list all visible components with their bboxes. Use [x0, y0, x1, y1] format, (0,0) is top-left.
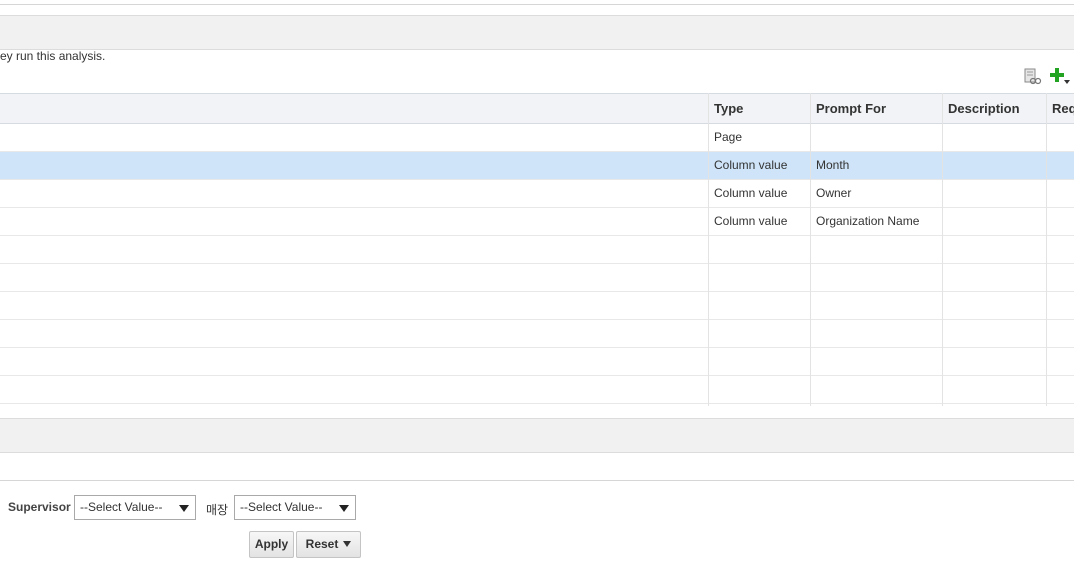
- add-prompt-icon[interactable]: [1048, 66, 1072, 86]
- empty-row: [0, 320, 1074, 348]
- cell-prompt-for: [810, 124, 942, 151]
- table-row[interactable]: Page: [0, 124, 1074, 152]
- supervisor-label: Supervisor: [8, 500, 71, 514]
- cell-type: Page: [714, 130, 743, 144]
- column-header-prompt-for[interactable]: Prompt For: [810, 94, 942, 124]
- prompts-table: Type Prompt For Description Req Page Col…: [0, 93, 1074, 406]
- empty-row: [0, 376, 1074, 404]
- info-text: ey run this analysis.: [0, 49, 106, 63]
- store-select-value: --Select Value--: [240, 500, 323, 514]
- table-row[interactable]: Column value Owner: [0, 180, 1074, 208]
- table-row[interactable]: Column value Organization Name: [0, 208, 1074, 236]
- empty-row: [0, 264, 1074, 292]
- column-divider: [1046, 93, 1047, 406]
- cell-type: Column value: [714, 186, 788, 200]
- reset-button-label: Reset: [305, 537, 339, 551]
- column-divider: [708, 93, 709, 406]
- empty-row: [0, 236, 1074, 264]
- reset-button[interactable]: Reset: [296, 531, 361, 558]
- table-header: Type Prompt For Description Req: [0, 93, 1074, 124]
- edit-prompt-icon[interactable]: [1023, 66, 1043, 86]
- empty-row: [0, 292, 1074, 320]
- column-divider: [942, 93, 943, 406]
- reset-dropdown-icon: [343, 540, 352, 547]
- column-header-type[interactable]: Type: [708, 94, 810, 124]
- cell-prompt-for: Month: [816, 158, 850, 172]
- section-header-band: [0, 15, 1074, 50]
- store-label: 매장: [206, 503, 229, 517]
- dropdown-arrow-icon: [179, 505, 189, 512]
- store-select[interactable]: --Select Value--: [234, 495, 356, 520]
- cell-prompt-for: Organization Name: [816, 214, 920, 228]
- cell-type: Column value: [714, 214, 788, 228]
- empty-row: [0, 348, 1074, 376]
- dropdown-arrow-icon: [339, 505, 349, 512]
- preview-header-band: [0, 418, 1074, 453]
- supervisor-select-value: --Select Value--: [80, 500, 163, 514]
- top-divider: [0, 4, 1074, 5]
- column-header-required[interactable]: Req: [1046, 94, 1074, 124]
- apply-button-label: Apply: [254, 537, 289, 551]
- table-row-selected[interactable]: Column value Month: [0, 152, 1074, 180]
- cell-type: Column value: [714, 158, 788, 172]
- column-divider: [810, 93, 811, 406]
- column-header-description[interactable]: Description: [942, 94, 1046, 124]
- preview-divider: [0, 480, 1074, 481]
- apply-button[interactable]: Apply: [249, 531, 294, 558]
- supervisor-select[interactable]: --Select Value--: [74, 495, 196, 520]
- cell-prompt-for: Owner: [816, 186, 852, 200]
